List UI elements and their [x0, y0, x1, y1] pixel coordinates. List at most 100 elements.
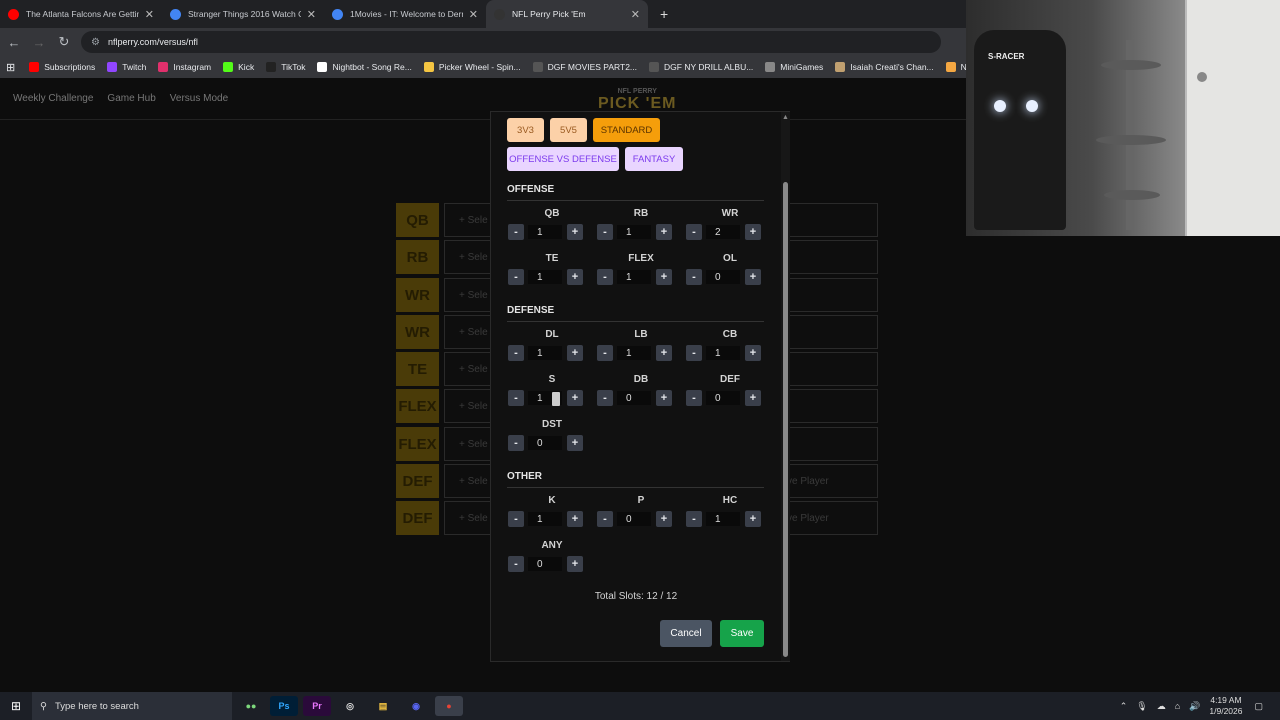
notifications-icon[interactable]: ▢: [1254, 701, 1263, 712]
scroll-up-icon[interactable]: ▲: [782, 114, 789, 121]
taskbar-app-icon[interactable]: Ps: [270, 696, 298, 716]
number-spinner-icon[interactable]: [552, 392, 560, 406]
bookmark-item[interactable]: Nightbot - Song Re...: [317, 62, 412, 72]
taskbar-app-icon[interactable]: Pr: [303, 696, 331, 716]
microphone-icon[interactable]: 🎙: [1136, 701, 1147, 712]
decrement-button[interactable]: -: [686, 390, 702, 406]
position-count-input[interactable]: 1: [527, 345, 563, 361]
decrement-button[interactable]: -: [686, 269, 702, 285]
reload-icon[interactable]: ↻: [53, 34, 75, 50]
preset-offense-vs-defense-button[interactable]: OFFENSE VS DEFENSE: [507, 147, 619, 171]
site-logo[interactable]: NFL PERRY PICK 'EM: [598, 88, 676, 113]
tray-chevron-icon[interactable]: ⌃: [1120, 701, 1128, 712]
preset-3v3-button[interactable]: 3V3: [507, 118, 544, 142]
increment-button[interactable]: +: [567, 269, 583, 285]
tab-close-icon[interactable]: ✕: [469, 8, 478, 21]
increment-button[interactable]: +: [745, 345, 761, 361]
site-info-icon[interactable]: ⚙: [91, 37, 100, 48]
preset-fantasy-button[interactable]: FANTASY: [625, 147, 683, 171]
site-nav-link[interactable]: Game Hub: [107, 93, 155, 104]
increment-button[interactable]: +: [656, 390, 672, 406]
cancel-button[interactable]: Cancel: [660, 620, 712, 647]
decrement-button[interactable]: -: [597, 511, 613, 527]
position-count-input[interactable]: 0: [616, 511, 652, 527]
decrement-button[interactable]: -: [686, 224, 702, 240]
position-count-input[interactable]: 1: [527, 511, 563, 527]
tab-close-icon[interactable]: ✕: [307, 8, 316, 21]
decrement-button[interactable]: -: [686, 511, 702, 527]
taskbar-app-icon[interactable]: ▤: [369, 696, 397, 716]
decrement-button[interactable]: -: [597, 390, 613, 406]
increment-button[interactable]: +: [656, 269, 672, 285]
decrement-button[interactable]: -: [597, 269, 613, 285]
forward-icon[interactable]: →: [28, 35, 50, 50]
decrement-button[interactable]: -: [508, 511, 524, 527]
increment-button[interactable]: +: [567, 435, 583, 451]
taskbar-app-icon[interactable]: ◎: [336, 696, 364, 716]
address-bar[interactable]: ⚙ nflperry.com/versus/nfl: [81, 31, 941, 53]
position-count-input[interactable]: 1: [616, 345, 652, 361]
bookmark-item[interactable]: Subscriptions: [29, 62, 95, 72]
decrement-button[interactable]: -: [597, 224, 613, 240]
preset-standard-button[interactable]: STANDARD: [593, 118, 660, 142]
position-count-input[interactable]: 0: [705, 390, 741, 406]
bookmark-item[interactable]: Twitch: [107, 62, 146, 72]
onedrive-icon[interactable]: ☁: [1157, 701, 1166, 712]
browser-tab[interactable]: The Atlanta Falcons Are Getting ✕: [0, 0, 162, 28]
bookmark-item[interactable]: Instagram: [158, 62, 211, 72]
decrement-button[interactable]: -: [508, 224, 524, 240]
position-count-input[interactable]: 1: [527, 269, 563, 285]
tab-close-icon[interactable]: ✕: [631, 8, 640, 21]
increment-button[interactable]: +: [567, 390, 583, 406]
position-count-input[interactable]: 0: [616, 390, 652, 406]
save-button[interactable]: Save: [720, 620, 764, 647]
taskbar-app-icon[interactable]: ●: [435, 696, 463, 716]
windows-start-icon[interactable]: ⊞: [0, 699, 32, 713]
clock[interactable]: 4:19 AM 1/9/2026: [1209, 695, 1242, 717]
bookmark-item[interactable]: MiniGames: [765, 62, 823, 72]
position-count-input[interactable]: 1: [527, 390, 563, 406]
browser-tab[interactable]: Stranger Things 2016 Watch O ✕: [162, 0, 324, 28]
bookmark-item[interactable]: DGF MOVIES PART2...: [532, 62, 637, 72]
position-count-input[interactable]: 1: [616, 224, 652, 240]
modal-scrollbar[interactable]: ▲: [781, 112, 790, 661]
tab-close-icon[interactable]: ✕: [145, 8, 154, 21]
decrement-button[interactable]: -: [508, 269, 524, 285]
decrement-button[interactable]: -: [597, 345, 613, 361]
increment-button[interactable]: +: [656, 345, 672, 361]
increment-button[interactable]: +: [567, 224, 583, 240]
network-icon[interactable]: ⌂: [1175, 701, 1180, 711]
browser-tab[interactable]: 1Movies - IT: Welcome to Derry ✕: [324, 0, 486, 28]
decrement-button[interactable]: -: [508, 345, 524, 361]
apps-grid-icon[interactable]: ⊞: [6, 61, 15, 74]
position-count-input[interactable]: 2: [705, 224, 741, 240]
bookmark-item[interactable]: TikTok: [266, 62, 305, 72]
bookmark-item[interactable]: Kick: [223, 62, 254, 72]
bookmark-item[interactable]: DGF NY DRILL ALBU...: [649, 62, 753, 72]
increment-button[interactable]: +: [745, 511, 761, 527]
position-count-input[interactable]: 1: [616, 269, 652, 285]
increment-button[interactable]: +: [567, 556, 583, 572]
taskbar-app-icon[interactable]: ◉: [402, 696, 430, 716]
widgets-icon[interactable]: ●●: [237, 696, 265, 716]
increment-button[interactable]: +: [567, 345, 583, 361]
decrement-button[interactable]: -: [508, 435, 524, 451]
increment-button[interactable]: +: [745, 224, 761, 240]
bookmark-item[interactable]: Picker Wheel - Spin...: [423, 62, 521, 72]
increment-button[interactable]: +: [745, 269, 761, 285]
site-nav-link[interactable]: Weekly Challenge: [13, 93, 93, 104]
volume-icon[interactable]: 🔊: [1189, 701, 1200, 712]
increment-button[interactable]: +: [656, 511, 672, 527]
decrement-button[interactable]: -: [686, 345, 702, 361]
back-icon[interactable]: ←: [3, 35, 25, 50]
bookmark-item[interactable]: Isaiah Creati's Chan...: [835, 62, 934, 72]
position-count-input[interactable]: 0: [527, 556, 563, 572]
position-count-input[interactable]: 1: [705, 345, 741, 361]
increment-button[interactable]: +: [745, 390, 761, 406]
browser-tab[interactable]: NFL Perry Pick 'Em ✕: [486, 0, 648, 28]
decrement-button[interactable]: -: [508, 556, 524, 572]
position-count-input[interactable]: 0: [527, 435, 563, 451]
increment-button[interactable]: +: [656, 224, 672, 240]
preset-5v5-button[interactable]: 5V5: [550, 118, 587, 142]
position-count-input[interactable]: 0: [705, 269, 741, 285]
